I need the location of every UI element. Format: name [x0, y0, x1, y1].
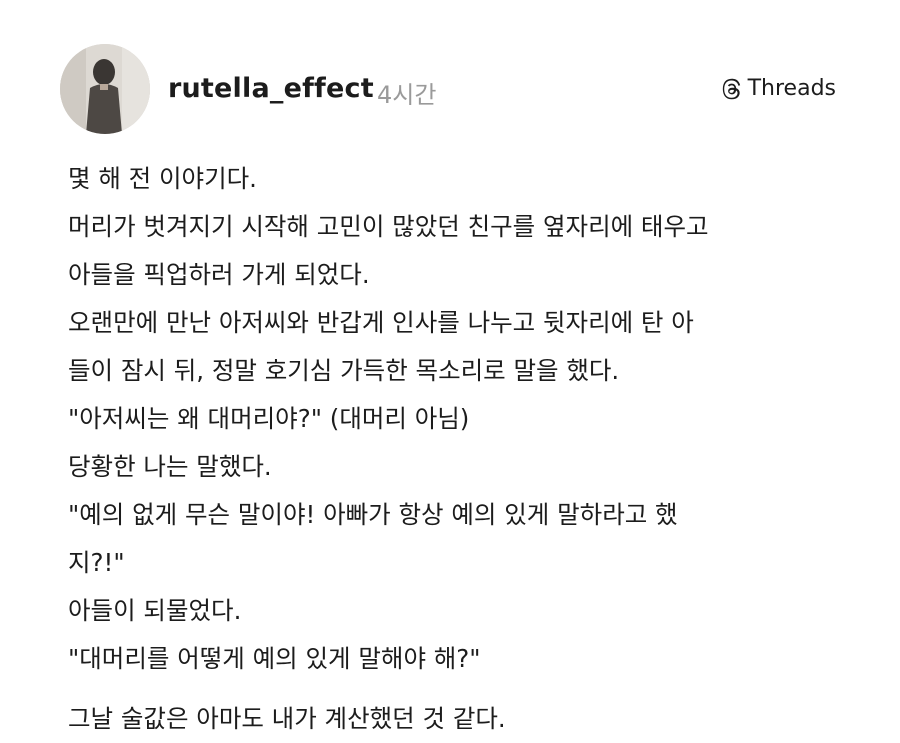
avatar[interactable]	[60, 44, 150, 134]
threads-logo-icon	[721, 78, 743, 100]
post-line: 오랜만에 만난 아저씨와 반갑게 인사를 나누고 뒷자리에 탄 아	[68, 308, 694, 337]
author-username[interactable]: rutella_effect	[168, 73, 374, 104]
post-line: 그날 술값은 아마도 내가 계산했던 것 같다.	[68, 704, 506, 733]
post-line: 아들을 픽업하러 가게 되었다.	[68, 260, 370, 289]
post-line: 지?!"	[68, 548, 125, 577]
post-header: rutella_effect 4시간 Threads	[60, 44, 840, 136]
threads-brand[interactable]: Threads	[721, 76, 836, 101]
threads-brand-label: Threads	[747, 76, 836, 101]
post-line: 당황한 나는 말했다.	[68, 452, 272, 481]
post-line: 들이 잠시 뒤, 정말 호기심 가득한 목소리로 말을 했다.	[68, 356, 620, 385]
post-line: "예의 없게 무슨 말이야! 아빠가 항상 예의 있게 말하라고 했	[68, 500, 678, 529]
post-line: "아저씨는 왜 대머리야?" (대머리 아님)	[68, 404, 470, 433]
post-timestamp: 4시간	[377, 81, 437, 109]
post-body: 몇 해 전 이야기다. 머리가 벗겨지기 시작해 고민이 많았던 친구를 옆자리…	[68, 155, 868, 743]
post-line: 몇 해 전 이야기다.	[68, 164, 257, 193]
post-line: 아들이 되물었다.	[68, 596, 242, 625]
post-line: 머리가 벗겨지기 시작해 고민이 많았던 친구를 옆자리에 태우고	[68, 212, 709, 241]
post-line: "대머리를 어떻게 예의 있게 말해야 해?"	[68, 644, 481, 673]
